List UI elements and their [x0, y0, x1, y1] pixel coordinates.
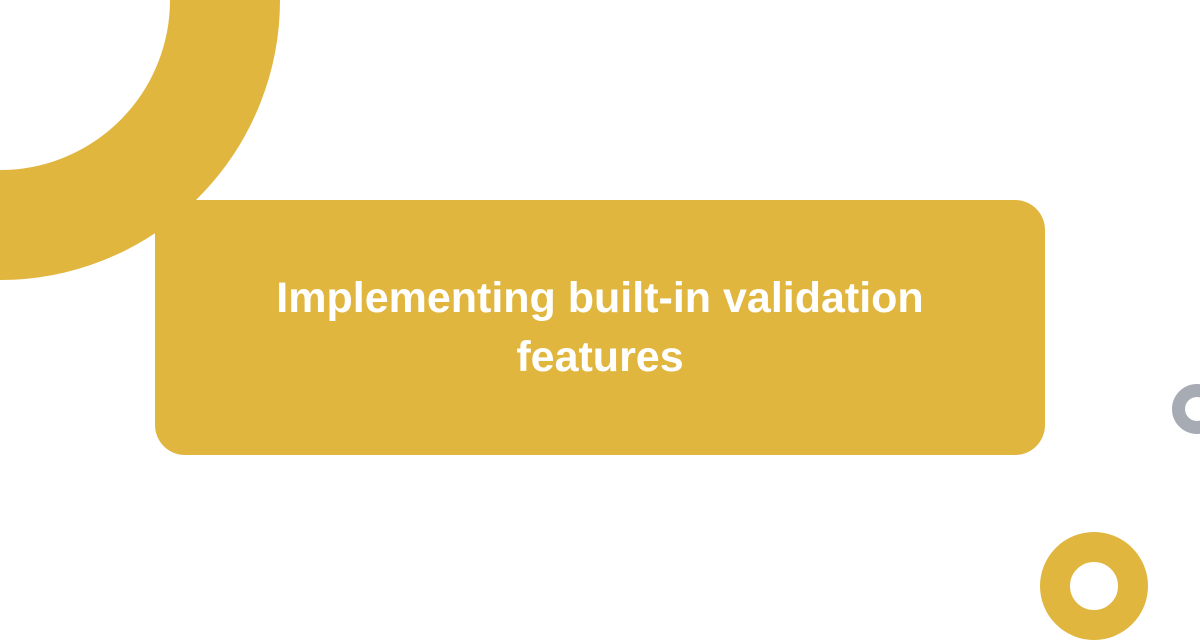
ring-decoration-yellow [1040, 532, 1148, 640]
title-text: Implementing built-in validation feature… [215, 269, 985, 385]
ring-decoration-gray [1172, 384, 1200, 434]
title-card: Implementing built-in validation feature… [155, 200, 1045, 455]
